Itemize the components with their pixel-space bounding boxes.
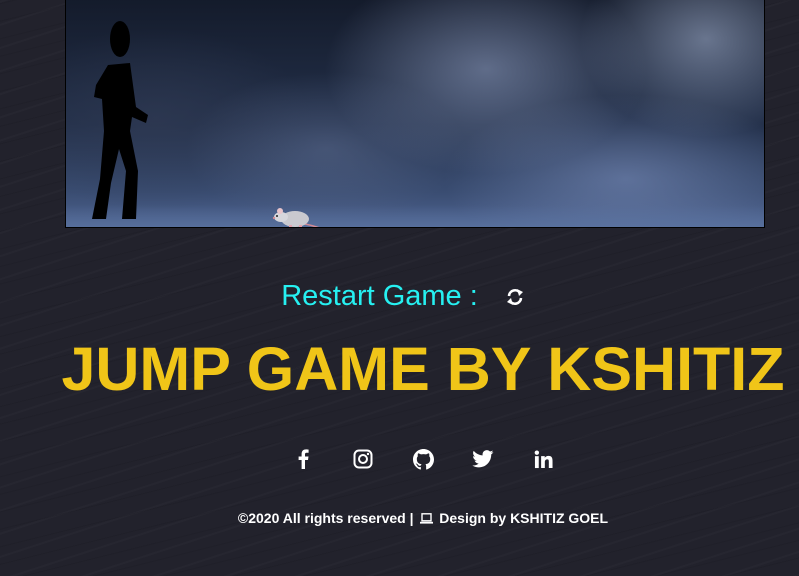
- restart-label: Restart Game :: [281, 280, 478, 312]
- game-title: JUMP GAME BY KSHITIZ: [61, 335, 785, 403]
- linkedin-icon[interactable]: [532, 448, 554, 470]
- design-credit: Design by KSHITIZ GOEL: [439, 510, 609, 526]
- copyright-text: ©2020 All rights reserved |: [237, 510, 414, 526]
- instagram-icon[interactable]: [352, 448, 374, 470]
- stick-figure-player: [92, 21, 148, 219]
- facebook-icon[interactable]: [292, 448, 314, 470]
- refresh-icon[interactable]: [504, 286, 526, 308]
- restart-row: Restart Game :: [0, 280, 799, 313]
- social-links: [0, 448, 799, 470]
- github-icon[interactable]: [412, 448, 434, 470]
- footer: ©2020 All rights reserved | Design by KS…: [0, 510, 799, 527]
- rat-obstacle: [272, 208, 320, 227]
- stage-floor: [66, 205, 764, 227]
- laptop-icon: [420, 511, 434, 527]
- game-stage[interactable]: [65, 0, 765, 228]
- twitter-icon[interactable]: [472, 448, 494, 470]
